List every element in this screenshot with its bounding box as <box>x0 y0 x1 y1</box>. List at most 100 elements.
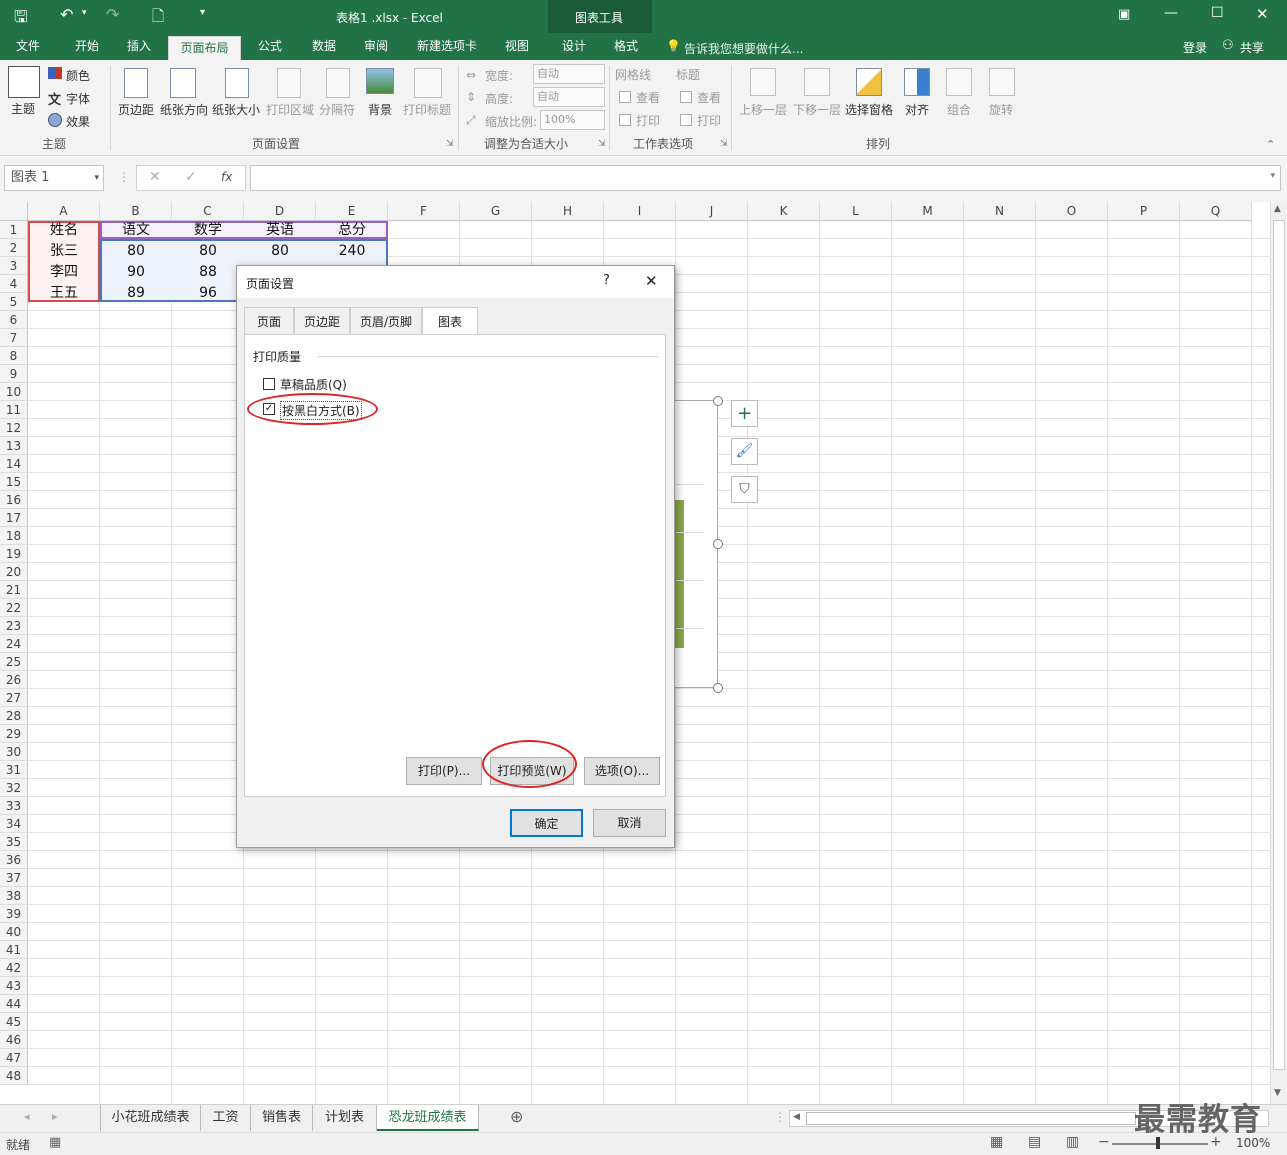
row-header[interactable]: 23 <box>0 617 28 635</box>
column-header[interactable]: I <box>604 202 676 221</box>
add-sheet-icon[interactable]: ⊕ <box>510 1107 523 1126</box>
effects-button[interactable]: 效果 <box>66 113 90 130</box>
sign-in-link[interactable]: 登录 <box>1183 39 1207 56</box>
sheet-split-grip-icon[interactable]: ⋮ <box>774 1110 786 1124</box>
options-button[interactable]: 选项(O)... <box>584 757 660 785</box>
page-break-view-icon[interactable]: ▥ <box>1066 1134 1079 1150</box>
header-cell[interactable]: 数学 <box>172 221 244 239</box>
enter-formula-icon[interactable]: ✓ <box>185 169 197 185</box>
chart-resize-handle[interactable] <box>713 396 723 406</box>
sheet-tab-salary[interactable]: 工资 <box>201 1105 251 1131</box>
row-header[interactable]: 34 <box>0 815 28 833</box>
normal-view-icon[interactable]: ▦ <box>990 1134 1003 1150</box>
share-button[interactable]: 共享 <box>1240 39 1264 56</box>
row-header[interactable]: 27 <box>0 689 28 707</box>
gridlines-print-checkbox[interactable] <box>619 114 631 126</box>
save-icon[interactable]: 🖫 <box>14 6 28 33</box>
column-header[interactable]: E <box>316 202 388 221</box>
name-box[interactable]: 图表 1 ▾ <box>4 165 104 191</box>
row-header[interactable]: 3 <box>0 257 28 275</box>
row-header[interactable]: 40 <box>0 923 28 941</box>
breaks-button[interactable]: 分隔符 <box>319 101 355 118</box>
dialog-close-button[interactable]: ✕ <box>645 272 658 290</box>
next-sheet-icon[interactable]: ▸ <box>52 1110 58 1123</box>
chart-elements-button[interactable]: + <box>731 400 758 427</box>
width-select[interactable]: 自动 <box>533 64 605 84</box>
row-header[interactable]: 48 <box>0 1067 28 1085</box>
row-header[interactable]: 19 <box>0 545 28 563</box>
row-header[interactable]: 37 <box>0 869 28 887</box>
row-header[interactable]: 33 <box>0 797 28 815</box>
row-header[interactable]: 5 <box>0 293 28 311</box>
tab-data[interactable]: 数据 <box>302 33 346 60</box>
ribbon-display-icon[interactable]: ▣ <box>1118 7 1130 22</box>
redo-icon[interactable]: ↷ <box>106 5 119 24</box>
column-header[interactable]: O <box>1036 202 1108 221</box>
row-header[interactable]: 35 <box>0 833 28 851</box>
tab-page-layout[interactable]: 页面布局 <box>168 36 241 60</box>
row-header[interactable]: 38 <box>0 887 28 905</box>
table-cell[interactable]: 张三 <box>28 242 100 260</box>
dialog-launcher-icon[interactable]: ⇲ <box>598 139 606 149</box>
expand-formula-icon[interactable]: ▾ <box>1270 171 1275 181</box>
column-header[interactable]: P <box>1108 202 1180 221</box>
column-header[interactable]: M <box>892 202 964 221</box>
row-header[interactable]: 42 <box>0 959 28 977</box>
column-header[interactable]: N <box>964 202 1036 221</box>
scroll-thumb[interactable] <box>1273 220 1285 1070</box>
sheet-tab-xiaohua[interactable]: 小花班成绩表 <box>100 1105 201 1131</box>
row-header[interactable]: 8 <box>0 347 28 365</box>
row-header[interactable]: 25 <box>0 653 28 671</box>
chart-filters-button[interactable]: ⛉ <box>731 476 758 503</box>
table-cell[interactable]: 80 <box>244 242 316 260</box>
tab-formulas[interactable]: 公式 <box>248 33 292 60</box>
tab-new[interactable]: 新建选项卡 <box>408 33 486 60</box>
theme-icon[interactable] <box>8 66 40 98</box>
row-header[interactable]: 44 <box>0 995 28 1013</box>
tell-me-box[interactable]: 告诉我您想要做什么... <box>684 40 803 57</box>
minimize-icon[interactable]: — <box>1164 5 1178 21</box>
scroll-down-icon[interactable]: ▼ <box>1274 1088 1281 1098</box>
table-cell[interactable]: 88 <box>172 263 244 281</box>
table-cell[interactable]: 李四 <box>28 263 100 281</box>
row-header[interactable]: 2 <box>0 239 28 257</box>
align-button[interactable]: 对齐 <box>905 101 929 118</box>
row-header[interactable]: 32 <box>0 779 28 797</box>
row-header[interactable]: 13 <box>0 437 28 455</box>
row-header[interactable]: 22 <box>0 599 28 617</box>
row-header[interactable]: 29 <box>0 725 28 743</box>
tab-review[interactable]: 审阅 <box>354 33 398 60</box>
row-header[interactable]: 41 <box>0 941 28 959</box>
header-cell[interactable]: 总分 <box>316 221 388 239</box>
column-header[interactable]: J <box>676 202 748 221</box>
table-cell[interactable]: 王五 <box>28 284 100 302</box>
margins-button[interactable]: 页边距 <box>118 101 154 118</box>
selection-pane-button[interactable]: 选择窗格 <box>845 101 893 118</box>
close-window-icon[interactable]: ✕ <box>1256 5 1269 23</box>
table-cell[interactable]: 90 <box>100 263 172 281</box>
table-cell[interactable]: 80 <box>100 242 172 260</box>
table-cell[interactable]: 89 <box>100 284 172 302</box>
scale-spinner[interactable]: 100% <box>540 110 605 130</box>
header-cell[interactable]: 姓名 <box>28 221 100 239</box>
row-header[interactable]: 17 <box>0 509 28 527</box>
print-button[interactable]: 打印(P)... <box>406 757 482 785</box>
dialog-tab-chart[interactable]: 图表 <box>422 307 478 336</box>
draft-quality-label[interactable]: 草稿品质(Q) <box>280 376 347 393</box>
gridlines-view-checkbox[interactable] <box>619 91 631 103</box>
rotate-button[interactable]: 旋转 <box>989 101 1013 118</box>
column-header[interactable]: K <box>748 202 820 221</box>
customize-qat-icon[interactable]: ▾ <box>200 7 205 18</box>
column-header[interactable]: L <box>820 202 892 221</box>
row-header[interactable]: 28 <box>0 707 28 725</box>
undo-icon[interactable]: ↶ <box>60 5 73 24</box>
scroll-up-icon[interactable]: ▲ <box>1274 204 1281 214</box>
row-header[interactable]: 47 <box>0 1049 28 1067</box>
zoom-slider[interactable] <box>1112 1143 1208 1145</box>
ok-button[interactable]: 确定 <box>510 809 583 837</box>
zoom-out-icon[interactable]: − <box>1098 1134 1110 1150</box>
dialog-tab-header-footer[interactable]: 页眉/页脚 <box>350 307 422 335</box>
column-header[interactable]: B <box>100 202 172 221</box>
row-header[interactable]: 1 <box>0 221 28 239</box>
column-header[interactable]: G <box>460 202 532 221</box>
